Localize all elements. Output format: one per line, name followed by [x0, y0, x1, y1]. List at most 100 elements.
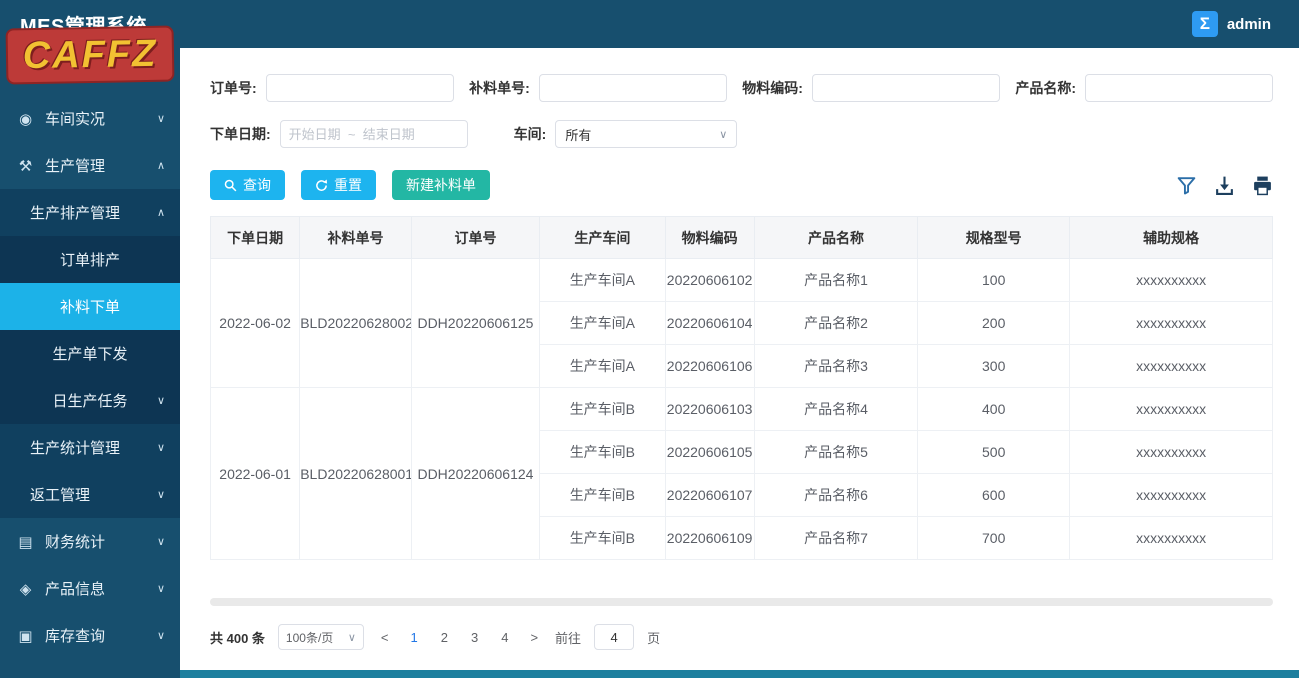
total-count: 共 400 条 [210, 630, 265, 646]
cell-spec: 400 [917, 387, 1071, 431]
search-button-label: 查询 [243, 177, 271, 193]
goto-label: 前往 [555, 630, 582, 646]
col-product-name: 产品名称 [753, 216, 919, 259]
sidebar-item-production-mgmt[interactable]: ⚒ 生产管理 ∧ [0, 142, 180, 189]
sidebar-item-order-scheduling[interactable]: 订单排产 [0, 236, 180, 283]
sidebar-item-label: 订单排产 [59, 252, 120, 269]
table-row[interactable]: 2022-06-02 BLD20220628002 DDH20220606125… [209, 258, 1273, 388]
prev-page-button[interactable]: < [377, 630, 393, 645]
new-material-order-button[interactable]: 新建补料单 [392, 170, 490, 200]
cell-order-date: 2022-06-02 [209, 258, 301, 388]
caffz-watermark-logo: CAFFZ [5, 25, 175, 85]
chevron-down-icon: ∨ [156, 489, 165, 501]
page-number-2[interactable]: 2 [436, 630, 453, 645]
workshop-select[interactable]: 所有 ∨ [555, 120, 738, 148]
table-row[interactable]: 2022-06-01 BLD20220628001 DDH20220606124… [209, 387, 1273, 560]
material-order-no-input[interactable] [538, 74, 727, 102]
sidebar-item-label: 生产统计管理 [30, 440, 121, 457]
cell-product-name: 产品名称5 [753, 430, 919, 474]
sidebar-item-production-dispatch[interactable]: 生产单下发 [0, 330, 180, 377]
goto-page-input[interactable] [594, 624, 635, 650]
table-header-row: 下单日期 补料单号 订单号 生产车间 物料编码 产品名称 规格型号 辅助规格 [209, 216, 1273, 259]
user-avatar-icon: Σ [1191, 11, 1218, 37]
cell-material-code: 20220606105 [664, 430, 755, 474]
chevron-down-icon: ∨ [156, 442, 165, 454]
toolbar: 查询 重置 新建补料单 [210, 170, 1273, 200]
workshop-label: 车间: [513, 126, 547, 142]
product-icon: ◈ [19, 580, 32, 598]
page-number-1[interactable]: 1 [406, 630, 423, 645]
filter-workshop: 车间: 所有 ∨ [514, 120, 738, 148]
cell-order-no: DDH20220606124 [410, 387, 541, 560]
sidebar-item-material-order[interactable]: 补料下单 [0, 283, 180, 330]
cell-order-no: DDH20220606125 [410, 258, 541, 388]
cell-aux-spec: xxxxxxxxxx [1069, 430, 1273, 474]
col-spec: 规格型号 [917, 216, 1071, 259]
cell-aux-spec: xxxxxxxxxx [1069, 473, 1273, 517]
product-name-input[interactable] [1085, 74, 1273, 102]
col-material-order-no: 补料单号 [299, 216, 412, 259]
order-no-input[interactable] [265, 74, 454, 102]
filter-funnel-icon[interactable] [1176, 175, 1197, 196]
filter-material-code: 物料编码: [742, 74, 1000, 102]
user-menu[interactable]: Σ admin [1191, 11, 1271, 37]
chevron-up-icon: ∧ [156, 207, 165, 219]
cell-spec: 200 [917, 301, 1071, 345]
reset-button-label: 重置 [334, 177, 362, 193]
cell-material-order-no: BLD20220628001 [299, 387, 412, 560]
sidebar-item-daily-task[interactable]: 日生产任务 ∨ [0, 377, 180, 424]
cell-spec: 500 [917, 430, 1071, 474]
cell-workshop: 生产车间A [539, 301, 666, 345]
order-date-label: 下单日期: [210, 126, 271, 142]
filter-order-date: 下单日期: [210, 120, 468, 148]
cell-aux-spec: xxxxxxxxxx [1069, 301, 1273, 345]
search-icon [224, 179, 237, 192]
col-aux-spec: 辅助规格 [1069, 216, 1273, 259]
cell-spec: 700 [917, 516, 1071, 560]
search-button[interactable]: 查询 [210, 170, 285, 200]
goto-suffix: 页 [647, 630, 661, 646]
order-no-label: 订单号: [210, 80, 257, 96]
pagination: 共 400 条 100条/页 ∨ < 1 2 3 4 > 前往 页 [210, 624, 1273, 660]
sidebar-item-rework-mgmt[interactable]: 返工管理 ∨ [0, 471, 180, 518]
refresh-icon [315, 179, 328, 192]
download-icon[interactable] [1214, 175, 1235, 196]
chevron-down-icon: ∨ [156, 113, 165, 125]
cell-workshop: 生产车间B [539, 387, 666, 431]
cell-spec: 300 [917, 344, 1071, 388]
sidebar-item-inventory-query[interactable]: ▣ 库存查询 ∨ [0, 612, 180, 659]
production-icon: ⚒ [18, 157, 33, 175]
material-orders-table: 下单日期 补料单号 订单号 生产车间 物料编码 产品名称 规格型号 辅助规格 2… [209, 216, 1273, 560]
sidebar-item-workshop-live[interactable]: ◉ 车间实况 ∨ [0, 95, 180, 142]
next-page-button[interactable]: > [526, 630, 542, 645]
page-number-4[interactable]: 4 [496, 630, 513, 645]
sidebar-item-scheduling-mgmt[interactable]: 生产排产管理 ∧ [0, 189, 180, 236]
cell-product-name: 产品名称4 [753, 387, 919, 431]
workshop-select-value: 所有 [565, 127, 592, 143]
cell-product-name: 产品名称3 [753, 344, 919, 388]
product-name-label: 产品名称: [1015, 80, 1076, 96]
sidebar-item-label: 生产管理 [45, 158, 106, 175]
reset-button[interactable]: 重置 [301, 170, 376, 200]
page-size-value: 100条/页 [285, 630, 334, 645]
date-range-input[interactable] [279, 120, 468, 148]
horizontal-scrollbar[interactable] [210, 598, 1273, 606]
print-icon[interactable] [1252, 175, 1273, 196]
workshop-icon: ◉ [18, 110, 33, 128]
page-number-3[interactable]: 3 [466, 630, 483, 645]
sidebar-item-production-stats[interactable]: 生产统计管理 ∨ [0, 424, 180, 471]
sidebar-item-label: 生产单下发 [52, 346, 128, 363]
page-size-select[interactable]: 100条/页 ∨ [277, 624, 364, 650]
cell-material-code: 20220606104 [664, 301, 755, 345]
sidebar-item-finance-stats[interactable]: ▤ 财务统计 ∨ [0, 518, 180, 565]
sidebar-item-product-info[interactable]: ◈ 产品信息 ∨ [0, 565, 180, 612]
filter-material-order-no: 补料单号: [469, 74, 727, 102]
sidebar-item-label: 日生产任务 [52, 393, 128, 410]
filter-product-name: 产品名称: [1015, 74, 1273, 102]
finance-icon: ▤ [18, 533, 33, 551]
cell-aux-spec: xxxxxxxxxx [1069, 258, 1273, 302]
filter-row-2: 下单日期: 车间: 所有 ∨ [210, 120, 1273, 148]
col-workshop: 生产车间 [539, 216, 666, 259]
material-code-input[interactable] [811, 74, 1000, 102]
